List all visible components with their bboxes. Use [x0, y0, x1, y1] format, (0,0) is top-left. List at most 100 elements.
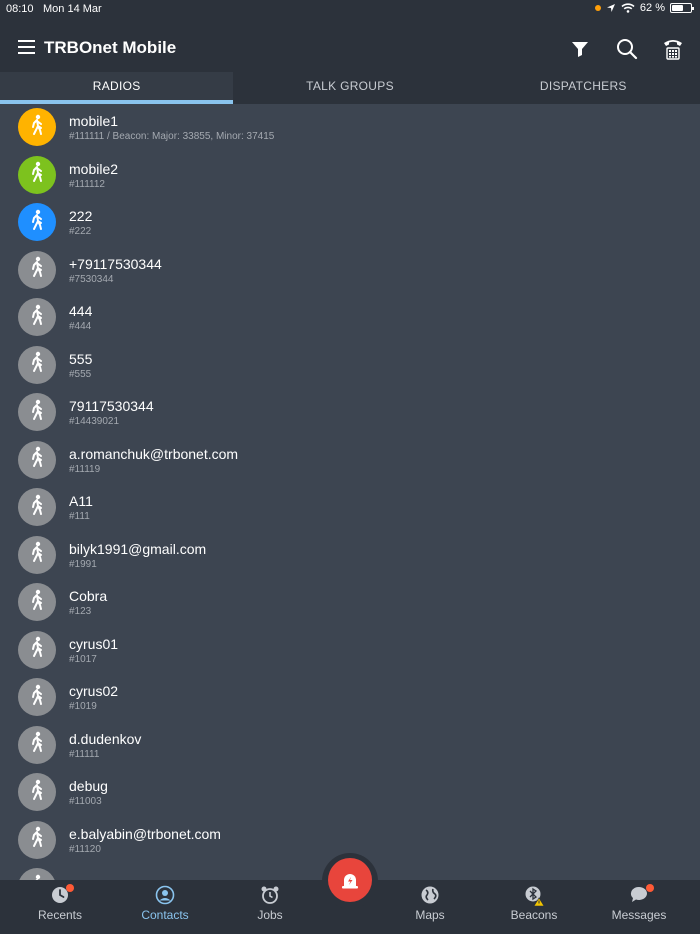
location-arrow-icon	[606, 4, 615, 12]
contacts-icon	[155, 885, 175, 905]
emergency-alarm-icon	[342, 874, 358, 889]
filter-icon[interactable]	[567, 36, 593, 62]
radio-list-item[interactable]: A11 #111	[0, 484, 700, 532]
radio-list-item[interactable]: d.dudenkov #11111	[0, 722, 700, 770]
wifi-icon	[621, 3, 635, 13]
radio-avatar	[18, 773, 56, 811]
walking-person-icon	[28, 636, 46, 663]
alarm-clock-icon	[260, 885, 280, 905]
radio-list-item[interactable]: cyrus02 #1019	[0, 674, 700, 722]
radio-list-item[interactable]: mobile1 #111111 / Beacon: Major: 33855, M…	[0, 104, 700, 152]
walking-person-icon	[28, 731, 46, 758]
menu-icon[interactable]	[18, 40, 35, 54]
nav-label: Maps	[415, 908, 445, 922]
radio-list-item[interactable]: 555 #555	[0, 342, 700, 390]
radio-id: #111111 / Beacon: Major: 33855, Minor: 3…	[69, 131, 275, 142]
radio-list-item[interactable]: cyrus01 #1017	[0, 627, 700, 675]
radio-name: cyrus01	[69, 635, 119, 652]
radio-name: A11	[69, 493, 93, 509]
radio-list-item[interactable]: mobile2 #111112	[0, 152, 700, 200]
walking-person-icon	[28, 541, 46, 568]
nav-messages[interactable]: Messages	[594, 880, 684, 934]
radio-avatar	[18, 155, 56, 194]
status-bar: 08:10 Mon 14 Mar 62 %	[0, 0, 700, 18]
radio-avatar	[18, 203, 56, 241]
radio-list-item[interactable]: a.romanchuk@trbonet.com #11119	[0, 437, 700, 485]
walking-person-icon	[28, 304, 46, 331]
walking-person-icon	[28, 446, 46, 473]
radio-id: #1991	[69, 558, 97, 570]
radio-id: #7530344	[69, 273, 114, 285]
phone-icon[interactable]	[660, 36, 686, 62]
radio-id: #14439021	[69, 416, 120, 427]
nav-jobs[interactable]: Jobs	[225, 880, 315, 934]
radio-id: #11003	[69, 796, 102, 807]
radio-id: #111	[69, 511, 90, 522]
walking-person-icon	[28, 114, 46, 141]
nav-label: Beacons	[510, 908, 558, 922]
radio-id: #444	[69, 321, 92, 332]
radio-name: debug	[69, 778, 108, 794]
radio-name: 555	[69, 350, 93, 367]
radio-name: d.dudenkov	[69, 730, 142, 747]
radio-list[interactable]: mobile1 #111111 / Beacon: Major: 33855, M…	[0, 104, 700, 880]
nav-maps[interactable]: Maps	[385, 880, 475, 934]
status-date: Mon 14 Mar	[43, 3, 102, 15]
radio-id: #11111	[69, 748, 100, 760]
nav-beacons[interactable]: Beacons	[489, 880, 579, 934]
radio-avatar	[18, 820, 56, 859]
radio-list-item[interactable]: 79117530344 #14439021	[0, 389, 700, 437]
walking-person-icon	[28, 779, 46, 806]
emergency-alarm-button-inner	[328, 858, 372, 902]
radio-name: 79117530344	[69, 398, 154, 414]
radio-avatar	[18, 488, 56, 526]
radio-id: #222	[69, 226, 92, 237]
walking-person-icon	[28, 161, 46, 188]
radio-list-item[interactable]: Cobra #123	[0, 579, 700, 627]
beacon-icon	[524, 885, 545, 907]
tab-radios[interactable]: RADIOS	[0, 72, 234, 104]
radio-list-item[interactable]: bilyk1991@gmail.com #1991	[0, 532, 700, 580]
walking-person-icon	[28, 826, 46, 853]
radio-id: #11119	[69, 463, 101, 475]
radio-avatar	[18, 345, 56, 384]
status-time: 08:10	[6, 3, 34, 15]
nav-label: Recents	[37, 908, 83, 922]
walking-person-icon	[28, 589, 46, 616]
radio-name: mobile1	[69, 113, 119, 129]
nav-recents[interactable]: Recents	[15, 880, 105, 934]
globe-icon	[420, 885, 440, 905]
radio-name: +79117530344	[69, 255, 162, 272]
radio-list-item[interactable]: +79117530344 #7530344	[0, 247, 700, 295]
battery-percent: 62 %	[639, 2, 665, 14]
radio-name: bilyk1991@gmail.com	[69, 540, 207, 557]
walking-person-icon	[28, 684, 46, 711]
walking-person-icon	[28, 209, 46, 236]
radio-avatar	[18, 393, 56, 431]
nav-contacts[interactable]: Contacts	[120, 880, 210, 934]
tab-dispatchers[interactable]: DISPATCHERS	[467, 72, 700, 104]
radio-name: 444	[69, 303, 93, 319]
walking-person-icon	[28, 494, 46, 521]
battery-fill	[672, 5, 684, 11]
radio-avatar	[18, 868, 56, 880]
radio-avatar	[18, 630, 56, 669]
radio-id: #1019	[69, 701, 97, 712]
nav-label: Jobs	[257, 908, 283, 922]
radio-id: #555	[69, 368, 92, 380]
radio-avatar	[18, 535, 56, 574]
status-indicators: 62 %	[594, 2, 694, 14]
radio-name: 222	[69, 208, 93, 224]
radio-list-item[interactable]: 222 #222	[0, 199, 700, 247]
radio-id: #1017	[69, 653, 97, 665]
walking-person-icon	[28, 256, 46, 283]
search-icon[interactable]	[614, 36, 640, 62]
notification-badge	[66, 884, 74, 892]
tab-talk-groups[interactable]: TALK GROUPS	[233, 72, 466, 104]
radio-id: #11120	[69, 843, 101, 855]
radio-list-item[interactable]: 444 #444	[0, 294, 700, 342]
radio-id: #111112	[69, 178, 105, 190]
emergency-alarm-button[interactable]	[322, 853, 378, 909]
radio-list-item[interactable]: debug #11003	[0, 769, 700, 817]
battery-icon	[670, 3, 694, 13]
